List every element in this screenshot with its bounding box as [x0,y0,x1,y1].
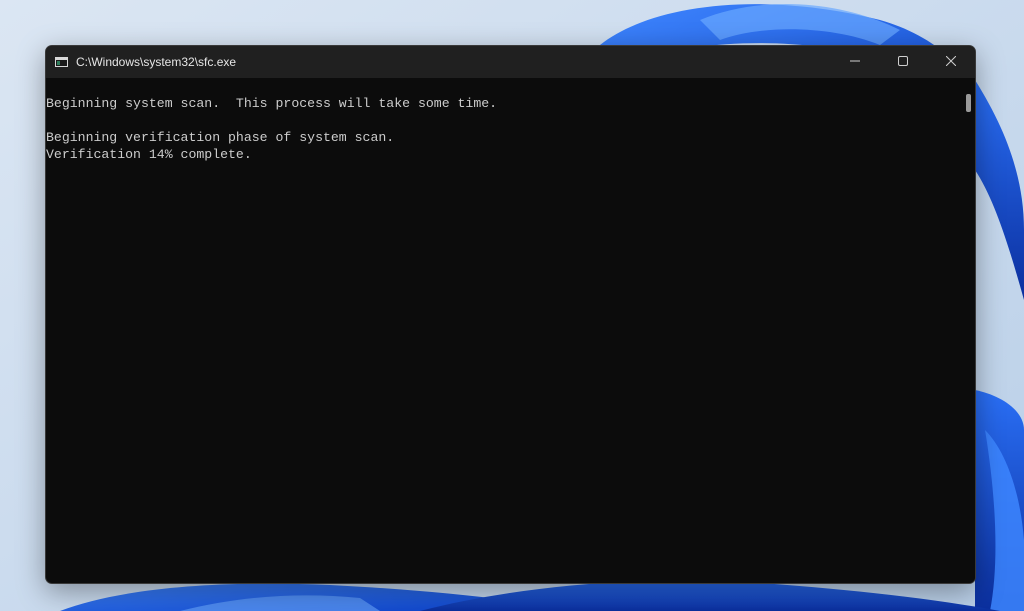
console-window[interactable]: C:\Windows\system32\sfc.exe Beginning sy… [45,45,976,584]
console-line: Beginning system scan. This process will… [46,96,498,111]
console-line: Beginning verification phase of system s… [46,130,395,145]
console-line [46,112,963,129]
vertical-scrollbar[interactable] [963,78,975,583]
close-icon [945,53,957,71]
minimize-button[interactable] [831,46,879,78]
console-app-icon [55,57,68,67]
maximize-icon [898,53,908,71]
title-bar[interactable]: C:\Windows\system32\sfc.exe [46,46,975,78]
scrollbar-thumb[interactable] [966,94,971,112]
window-controls [831,46,975,78]
console-line: Verification 14% complete. [46,147,252,162]
window-title: C:\Windows\system32\sfc.exe [76,55,237,69]
minimize-icon [850,53,860,71]
maximize-button[interactable] [879,46,927,78]
console-output[interactable]: Beginning system scan. This process will… [46,78,963,583]
close-button[interactable] [927,46,975,78]
